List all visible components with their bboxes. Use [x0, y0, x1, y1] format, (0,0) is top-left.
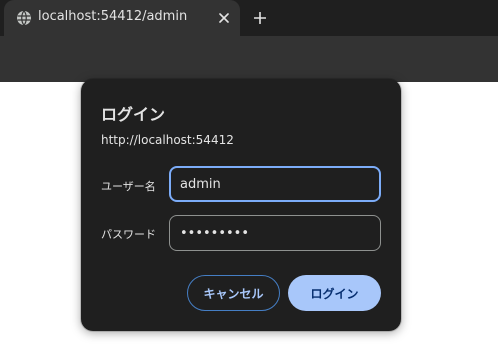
browser-toolbar: [0, 36, 498, 82]
globe-icon: [17, 10, 31, 26]
dialog-title: ログイン: [101, 105, 166, 124]
plus-icon[interactable]: [250, 8, 270, 28]
tab-title: localhost:54412/admin: [38, 9, 188, 24]
dialog-origin: http://localhost:54412: [101, 133, 234, 147]
active-tab[interactable]: localhost:54412/admin: [4, 0, 240, 36]
tab-strip: localhost:54412/admin: [0, 0, 498, 36]
username-label: ユーザー名: [101, 180, 156, 193]
close-icon[interactable]: [216, 10, 232, 26]
password-field[interactable]: [169, 215, 381, 251]
password-label: パスワード: [101, 228, 156, 241]
username-field[interactable]: [169, 166, 381, 202]
cancel-button[interactable]: キャンセル: [187, 275, 280, 311]
login-button[interactable]: ログイン: [288, 275, 381, 311]
login-dialog: ログイン http://localhost:54412 ユーザー名 パスワード …: [81, 79, 401, 331]
